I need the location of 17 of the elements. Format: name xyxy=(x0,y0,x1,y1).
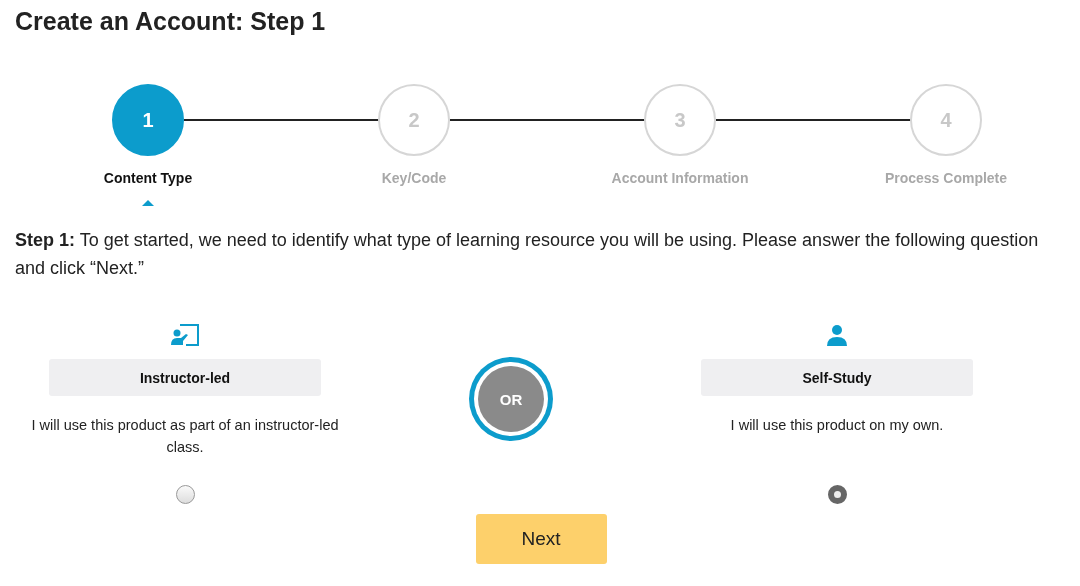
option-description: I will use this product on my own. xyxy=(729,416,945,435)
option-button[interactable]: Instructor-led xyxy=(49,359,321,396)
step-label: Content Type xyxy=(103,170,193,186)
step-label: Process Complete xyxy=(884,170,1008,186)
step-label: Key/Code xyxy=(381,170,447,186)
teacher-icon xyxy=(171,324,199,346)
radio-button[interactable] xyxy=(175,485,195,504)
person-icon xyxy=(826,324,848,346)
caret-icon xyxy=(142,200,154,206)
radio-button[interactable] xyxy=(827,485,847,504)
page-title: Create an Account: Step 1 xyxy=(14,6,327,36)
option-button[interactable]: Self-Study xyxy=(701,359,973,396)
option-description: I will use this product as part of an instructor-led class. xyxy=(30,416,340,457)
step-circle: 1 xyxy=(112,84,184,156)
instruction-text: Step 1: To get started, we need to identify what type of learning resource you will be using. Please answer the following question and click “Next.” xyxy=(15,229,1040,280)
next-button[interactable]: Next xyxy=(475,514,607,564)
step-label: Account Information xyxy=(611,170,749,186)
